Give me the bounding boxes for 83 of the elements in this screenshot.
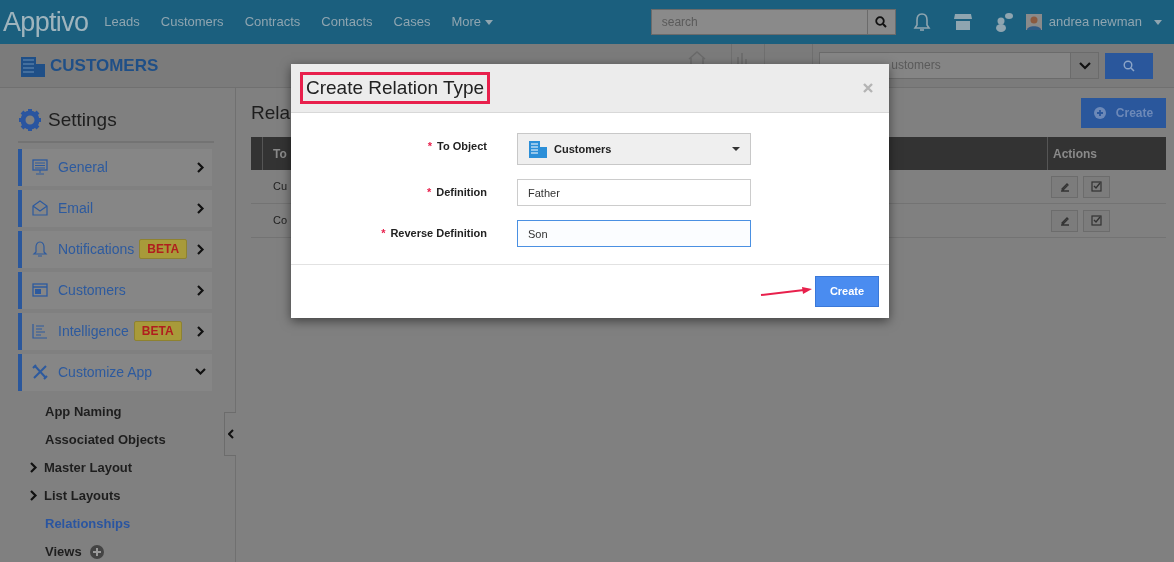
nav-link[interactable]: Cases xyxy=(393,12,431,32)
beta-badge: BETA xyxy=(139,239,188,259)
sub-nav-link[interactable]: App Naming xyxy=(45,401,122,422)
caret-icon xyxy=(1154,19,1162,25)
search-button[interactable] xyxy=(1105,52,1154,79)
sub-nav-link[interactable]: Views xyxy=(45,541,82,562)
sidebar-title: Settings xyxy=(48,108,117,132)
sidebar-item-label: Intelligence xyxy=(58,321,129,341)
field-label: Reverse Definition xyxy=(390,226,487,242)
create-button[interactable]: Create xyxy=(1081,98,1166,128)
sub-nav-link[interactable]: List Layouts xyxy=(44,485,121,506)
collapse-handle[interactable] xyxy=(224,412,236,456)
sidebar-item-label: Email xyxy=(58,198,93,218)
checkbox-icon xyxy=(1091,181,1102,192)
sidebar-item[interactable]: Customize App xyxy=(18,353,212,391)
list-icon xyxy=(32,323,48,339)
monitor-icon xyxy=(32,159,48,175)
close-button[interactable] xyxy=(863,83,873,93)
plus-circle-icon xyxy=(1093,107,1106,119)
sidebar-item-label: Customize App xyxy=(58,362,153,382)
avatar-icon[interactable] xyxy=(1025,14,1042,30)
nav-link[interactable]: Contacts xyxy=(321,12,373,32)
sidebar-item-label: Customers xyxy=(58,280,126,300)
building-icon xyxy=(528,140,548,158)
search-icon xyxy=(1123,59,1136,72)
caret-icon xyxy=(485,19,494,25)
arrow-icon xyxy=(760,286,812,297)
chart-icon[interactable] xyxy=(736,51,749,65)
nav-link[interactable]: More xyxy=(451,12,494,32)
nav-link[interactable]: Contracts xyxy=(244,12,301,32)
nav-link[interactable]: Customers xyxy=(160,12,224,32)
field-label: To Object xyxy=(437,138,487,154)
tools-icon xyxy=(32,364,48,380)
envelope-icon xyxy=(32,200,48,216)
user-menu[interactable]: andrea newman xyxy=(1048,12,1162,32)
dialog-title: Create Relation Type xyxy=(300,72,491,104)
sidebar-item[interactable]: Intelligence BETA xyxy=(18,312,212,350)
field-label: Definition xyxy=(436,185,487,201)
chevron-right-icon xyxy=(30,462,38,473)
page-title: Rela xyxy=(251,100,291,125)
pencil-icon xyxy=(1059,215,1070,226)
window-icon xyxy=(32,282,48,298)
chevron-down-icon[interactable] xyxy=(1070,53,1099,78)
sub-nav-link[interactable]: Associated Objects xyxy=(45,429,166,450)
logo[interactable]: Apptivo xyxy=(3,1,89,43)
edit-button[interactable] xyxy=(1051,175,1078,198)
gear-icon xyxy=(18,108,42,133)
create-button[interactable]: Create xyxy=(815,276,879,307)
checkbox-button[interactable] xyxy=(1083,175,1110,198)
people-icon[interactable] xyxy=(994,12,1013,32)
plus-circle-icon[interactable] xyxy=(89,544,104,559)
required-mark: * xyxy=(381,226,386,242)
sidebar-item[interactable]: Email xyxy=(18,189,212,227)
sub-nav-link[interactable]: Relationships xyxy=(45,513,131,534)
pencil-icon xyxy=(1059,181,1070,192)
building-icon xyxy=(20,54,46,77)
required-mark: * xyxy=(427,185,432,201)
edit-button[interactable] xyxy=(1051,209,1078,232)
required-mark: * xyxy=(427,138,433,154)
caret-icon xyxy=(732,147,740,151)
checkbox-button[interactable] xyxy=(1083,209,1110,232)
nav-link[interactable]: Leads xyxy=(104,12,140,32)
input-field[interactable]: Father xyxy=(517,179,751,206)
checkbox-icon xyxy=(1091,215,1102,226)
beta-badge: BETA xyxy=(133,321,182,341)
sidebar-item-label: Notifications xyxy=(58,239,135,259)
sidebar-item[interactable]: Customers xyxy=(18,271,212,309)
sidebar-item[interactable]: General xyxy=(18,148,212,186)
column-header: To xyxy=(272,145,287,163)
column-header: Actions xyxy=(1052,145,1098,163)
app-title: CUSTOMERS xyxy=(50,54,159,77)
select-value: Customers xyxy=(554,141,612,157)
select-field[interactable]: Customers xyxy=(517,133,751,165)
table-cell-text: Co xyxy=(272,213,288,229)
sub-nav-link[interactable]: Master Layout xyxy=(44,457,133,478)
chevron-right-icon xyxy=(30,490,38,501)
store-icon[interactable] xyxy=(953,13,972,31)
sidebar-item[interactable]: Notifications BETA xyxy=(18,230,212,268)
table-cell-text: Cu xyxy=(272,179,288,195)
bell-icon xyxy=(32,241,48,257)
bell-icon[interactable] xyxy=(912,12,931,32)
sidebar-item-label: General xyxy=(58,157,108,177)
input-field[interactable]: Son xyxy=(517,220,751,247)
